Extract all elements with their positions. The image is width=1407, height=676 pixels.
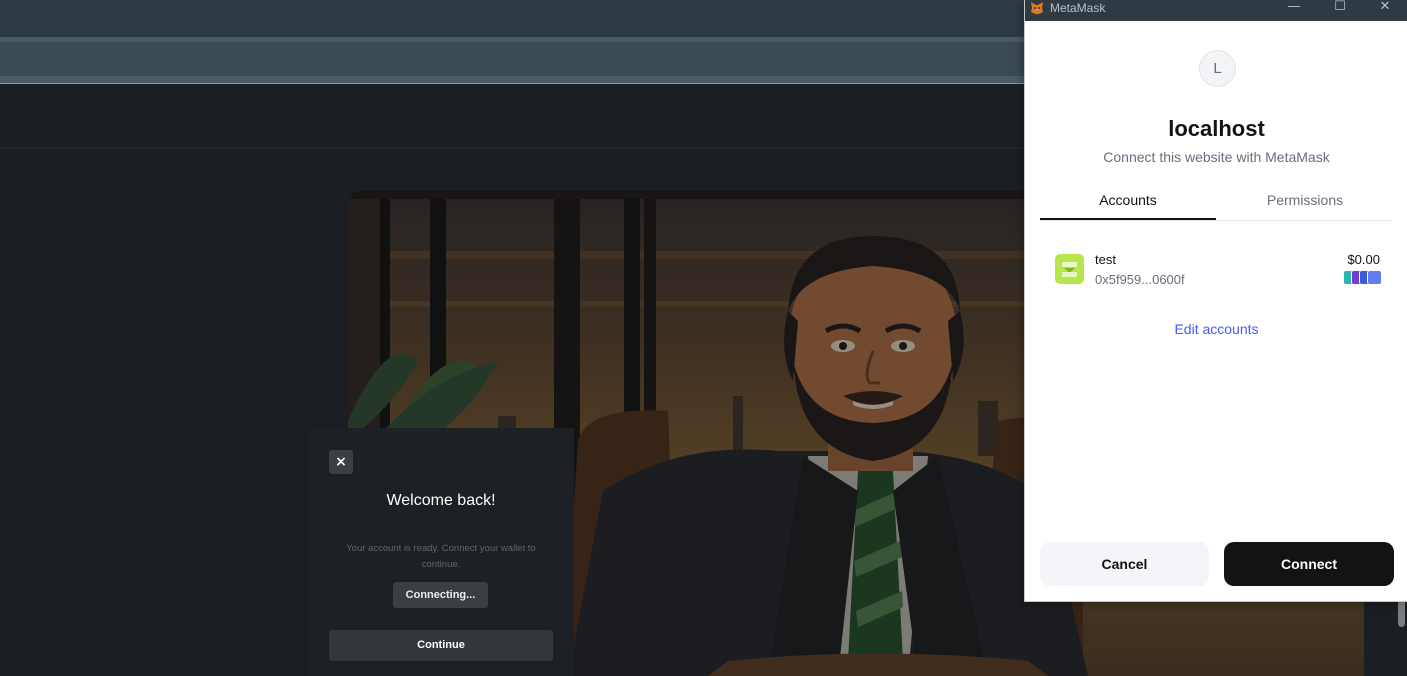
connect-subtitle: Connect this website with MetaMask	[1103, 149, 1330, 165]
site-name: localhost	[1168, 116, 1265, 141]
modal-message: Your account is ready. Connect your wall…	[346, 543, 536, 570]
continue-button[interactable]: Continue	[329, 630, 553, 661]
minimize-icon[interactable]: —	[1279, 0, 1309, 21]
site-avatar: L	[1199, 50, 1236, 87]
network-badges	[1343, 270, 1382, 285]
account-avatar-icon	[1055, 254, 1084, 284]
account-address: 0x5f959...0600f	[1095, 272, 1185, 287]
welcome-modal: × Welcome back! Your account is ready. C…	[308, 428, 574, 676]
connecting-button[interactable]: Connecting...	[393, 582, 488, 608]
metamask-popup: MetaMask — ☐ ✕ L localhost Connect this …	[1024, 0, 1407, 602]
close-button[interactable]: ×	[329, 450, 353, 474]
account-name: test	[1095, 252, 1116, 267]
metamask-window-title: MetaMask	[1050, 1, 1106, 15]
permission-tabs: Accounts Permissions	[1040, 186, 1393, 221]
edit-accounts-link[interactable]: Edit accounts	[1025, 321, 1407, 337]
account-balance: $0.00	[1347, 252, 1380, 267]
network-ethereum-icon	[1367, 270, 1382, 285]
tab-permissions[interactable]: Permissions	[1217, 186, 1393, 219]
close-window-icon[interactable]: ✕	[1370, 0, 1400, 21]
connect-button[interactable]: Connect	[1224, 542, 1394, 586]
metamask-fox-icon	[1029, 0, 1045, 21]
metamask-titlebar: MetaMask — ☐ ✕	[1025, 0, 1407, 21]
tab-accounts[interactable]: Accounts	[1040, 186, 1216, 220]
maximize-icon[interactable]: ☐	[1325, 0, 1355, 21]
cancel-button[interactable]: Cancel	[1040, 542, 1209, 586]
modal-title: Welcome back!	[386, 492, 496, 509]
